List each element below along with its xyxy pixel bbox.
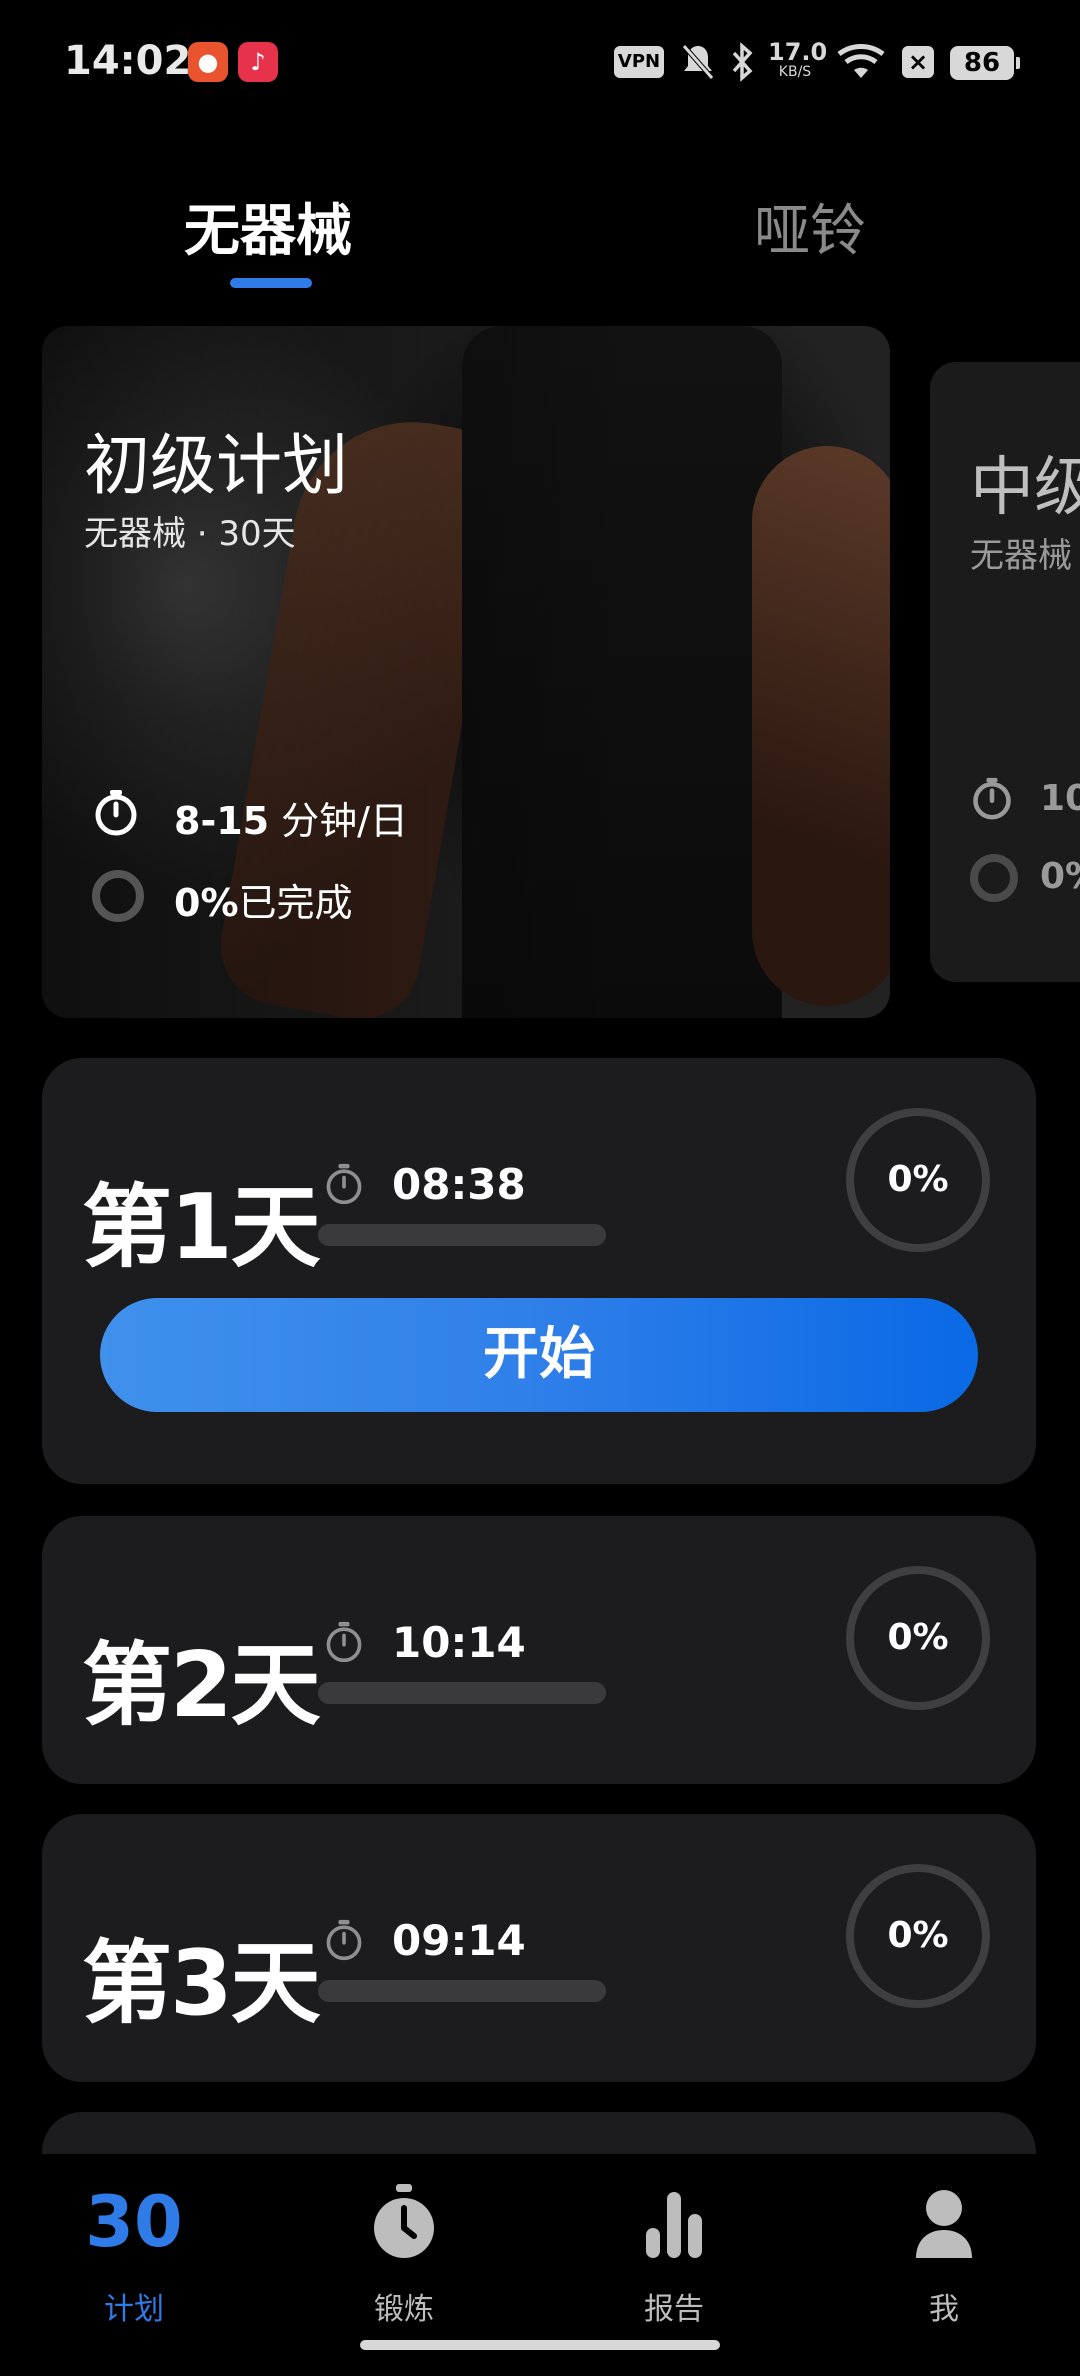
stopwatch-icon — [374, 2184, 434, 2258]
start-button[interactable]: 开始 — [100, 1298, 978, 1412]
plan-title: 初级计划 — [84, 427, 348, 504]
nav-report[interactable]: 报告 — [574, 2182, 774, 2327]
plan-subtitle: 无器械 · 30天 — [84, 514, 296, 554]
day-progress-bar — [318, 1980, 606, 2002]
day-progress-bar — [318, 1224, 606, 1246]
status-bar: 14:02 ● ♪ VPN 17.0 KB/S × 86 — [0, 0, 1080, 128]
plan-card-intermediate[interactable]: 中级 无器械 10 0% — [930, 362, 1080, 982]
day-label: 第1天 — [82, 1175, 321, 1280]
day-card-1[interactable]: 第1天 08:38 0% 开始 — [42, 1058, 1036, 1484]
stopwatch-icon — [326, 1621, 362, 1663]
nav-report-label: 报告 — [644, 2292, 704, 2327]
plan-card-beginner[interactable]: 初级计划 无器械 · 30天 8-15 分钟/日 0%已完成 — [42, 326, 890, 1018]
day-progress-bar — [318, 1682, 606, 1704]
bluetooth-icon — [728, 42, 756, 91]
plan-duration-unit: 分钟/日 — [269, 799, 408, 843]
day-progress-ring: 0% — [846, 1864, 990, 2008]
plan-progress: 0%已完成 — [174, 872, 353, 927]
plan-duration: 8-15 分钟/日 — [174, 790, 408, 845]
tab-active-indicator — [230, 278, 312, 288]
bell-muted-icon — [680, 42, 716, 91]
status-time: 14:02 — [64, 38, 192, 84]
close-box-icon: × — [902, 46, 934, 78]
stopwatch-icon — [95, 790, 137, 836]
music-app-icon: ♪ — [238, 42, 278, 82]
person-icon — [916, 2190, 972, 2258]
net-speed-value: 17.0 — [768, 38, 828, 66]
nav-plan-label: 计划 — [104, 2292, 164, 2327]
tab-dumbbell[interactable]: 哑铃 — [754, 186, 866, 267]
day-progress-value: 0% — [887, 1617, 949, 1658]
plan-progress-value: 0% — [1040, 856, 1080, 897]
plan-title: 中级 — [970, 451, 1080, 525]
day-progress-ring: 0% — [846, 1566, 990, 1710]
progress-ring-icon — [92, 870, 144, 922]
day-duration: 09:14 — [392, 1916, 526, 1965]
net-speed-unit: KB/S — [778, 64, 812, 80]
plan-duration-value: 10 — [1040, 778, 1080, 819]
battery-icon: 86 — [950, 46, 1020, 80]
stopwatch-icon — [973, 777, 1011, 820]
vpn-badge: VPN — [614, 46, 664, 78]
day-duration: 10:14 — [392, 1618, 526, 1667]
app-badge-icon: ● — [188, 42, 228, 82]
network-speed: 17.0 KB/S — [768, 38, 828, 80]
stopwatch-icon — [326, 1919, 362, 1961]
day-label: 第2天 — [82, 1633, 321, 1738]
plan-subtitle: 无器械 — [970, 536, 1072, 576]
day-card-3[interactable]: 第3天 09:14 0% — [42, 1814, 1036, 2082]
day-progress-ring: 0% — [846, 1108, 990, 1252]
day-card-2[interactable]: 第2天 10:14 0% — [42, 1516, 1036, 1784]
calendar-30-icon: 30 — [85, 2181, 183, 2263]
home-indicator[interactable] — [360, 2340, 720, 2350]
nav-workout[interactable]: 锻炼 — [304, 2182, 504, 2327]
plan-duration-value: 8-15 — [174, 799, 270, 843]
nav-me-label: 我 — [929, 2292, 959, 2327]
stopwatch-icon — [326, 1163, 362, 1205]
wifi-icon — [836, 42, 886, 91]
nav-me[interactable]: 我 — [844, 2182, 1044, 2327]
tab-no-equipment[interactable]: 无器械 — [184, 186, 352, 267]
plan-progress-value: 0% — [174, 881, 239, 925]
nav-workout-label: 锻炼 — [374, 2292, 434, 2327]
day-progress-value: 0% — [887, 1159, 949, 1200]
day-duration: 08:38 — [392, 1160, 526, 1209]
bar-chart-icon — [646, 2192, 702, 2258]
progress-ring-icon — [970, 854, 1018, 902]
day-label: 第3天 — [82, 1931, 321, 2036]
day-progress-value: 0% — [887, 1915, 949, 1956]
plan-progress-unit: 已完成 — [238, 881, 353, 925]
